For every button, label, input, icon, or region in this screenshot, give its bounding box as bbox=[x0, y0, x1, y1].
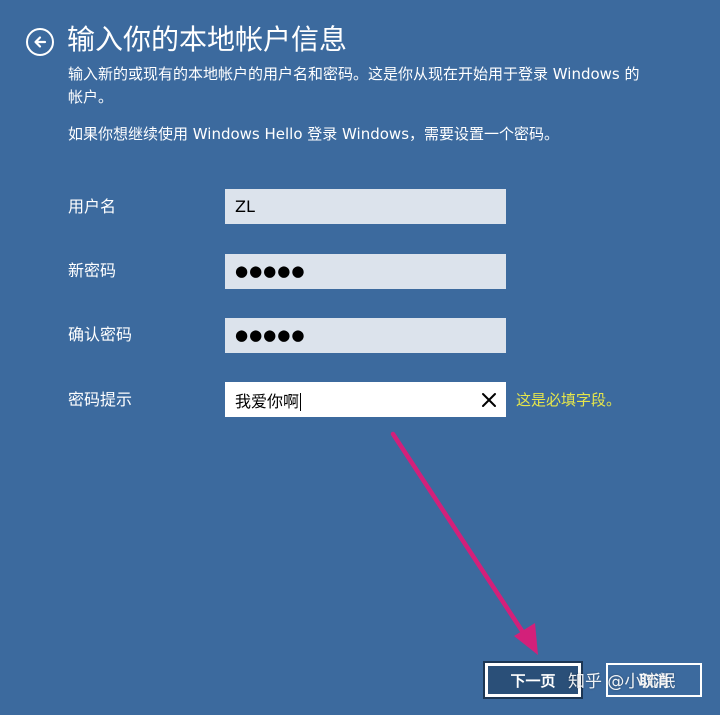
username-value: ZL bbox=[235, 197, 255, 216]
page-title: 输入你的本地帐户信息 bbox=[67, 23, 348, 56]
password-hint-label: 密码提示 bbox=[68, 390, 133, 409]
new-password-label: 新密码 bbox=[68, 261, 117, 280]
watermark: 知乎 @小流氓 bbox=[568, 672, 676, 692]
back-arrow-icon bbox=[34, 36, 47, 48]
password-hint-value: 我爱你啊 bbox=[235, 391, 300, 411]
description-line-2: 帐户。 bbox=[68, 88, 114, 106]
text-caret bbox=[300, 393, 302, 411]
confirm-password-value: ●●●●● bbox=[235, 326, 306, 344]
new-password-input[interactable]: ●●●●● bbox=[225, 254, 506, 289]
next-button[interactable]: 下一页 bbox=[483, 661, 583, 699]
confirm-password-label: 确认密码 bbox=[68, 325, 133, 344]
new-password-value: ●●●●● bbox=[235, 262, 306, 280]
username-input[interactable]: ZL bbox=[225, 189, 506, 224]
password-hint-input[interactable]: 我爱你啊 bbox=[225, 382, 506, 417]
description-line-3: 如果你想继续使用 Windows Hello 登录 Windows，需要设置一个… bbox=[68, 125, 560, 143]
password-hint-text: 我爱你啊 bbox=[235, 388, 302, 412]
confirm-password-input[interactable]: ●●●●● bbox=[225, 318, 506, 353]
password-hint-error: 这是必填字段。 bbox=[516, 391, 622, 409]
clear-input-button[interactable] bbox=[480, 391, 498, 409]
username-label: 用户名 bbox=[68, 197, 117, 216]
description-line-1: 输入新的或现有的本地帐户的用户名和密码。这是你从现在开始用于登录 Windows… bbox=[68, 65, 640, 83]
close-icon bbox=[482, 392, 496, 407]
back-button[interactable] bbox=[26, 28, 54, 56]
